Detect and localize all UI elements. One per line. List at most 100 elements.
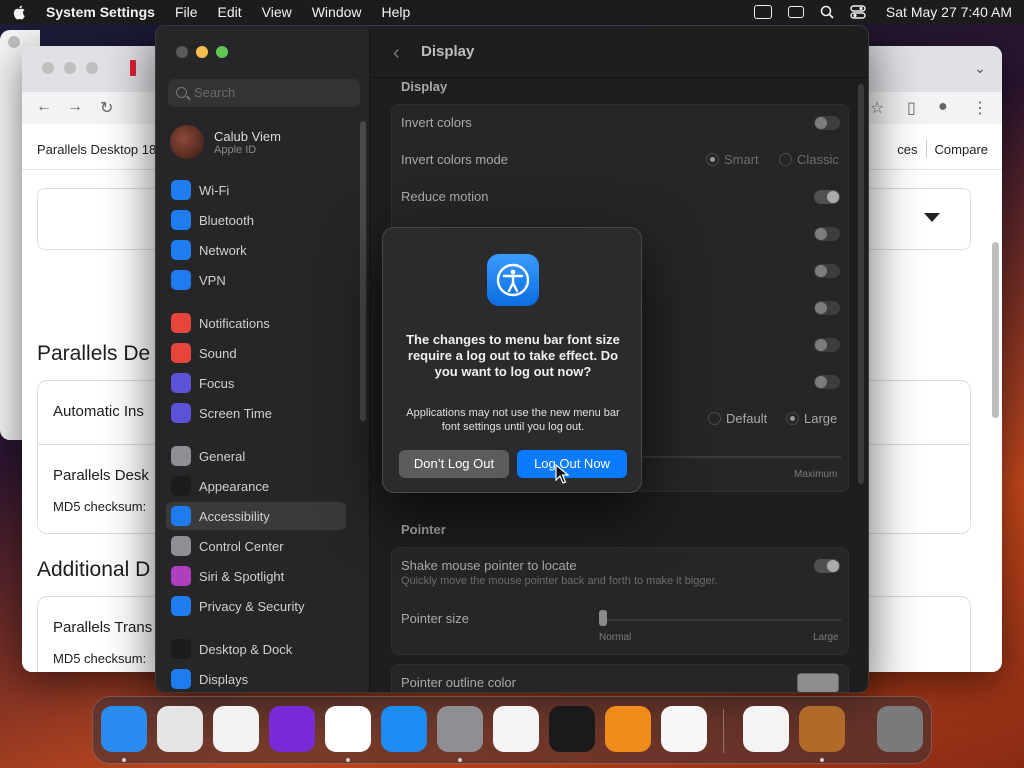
reload-icon[interactable]: ↻ [100,98,113,118]
dont-log-out-button[interactable]: Don’t Log Out [399,450,509,478]
safari-icon[interactable] [213,706,259,752]
shake-pointer-toggle[interactable] [814,559,840,573]
view-menu[interactable]: View [262,4,292,20]
app-menu[interactable]: System Settings [46,4,155,20]
sidepanel-icon[interactable]: ▯ [907,98,916,118]
file-menu[interactable]: File [175,4,198,20]
accessibility-icon [171,506,191,526]
menu-clock[interactable]: Sat May 27 7:40 AM [886,4,1012,20]
trash-icon[interactable] [877,706,923,752]
browser-scrollbar[interactable] [992,242,999,418]
sidebar-item-screen-time[interactable]: Screen Time [166,399,346,427]
forward-arrow-icon[interactable]: → [67,98,83,116]
hand-icon [171,596,191,616]
log-out-now-button[interactable]: Log Out Now [517,450,627,478]
vscode-icon[interactable] [661,706,707,752]
sidebar-item-general[interactable]: General [166,442,346,470]
invert-smart-radio[interactable] [706,153,719,166]
menubar-large-label: Large [804,411,838,426]
contrast-slider-track[interactable] [641,456,841,458]
firefox-icon[interactable] [269,706,315,752]
battery-icon[interactable] [753,5,772,19]
control-center-icon[interactable] [850,5,866,19]
sidebar-item-label: Wi-Fi [199,182,230,198]
sidebar-item-label: Appearance [199,478,270,494]
finder-icon[interactable] [101,706,147,752]
vpn-icon [171,270,191,290]
search-field[interactable]: Search [168,79,360,107]
back-chevron-icon[interactable]: ‹ [393,42,400,65]
running-indicator [122,758,126,762]
close-window-icon[interactable] [176,46,188,58]
reduce-motion-toggle[interactable] [814,190,840,204]
sidebar-item-label: Accessibility [199,508,270,524]
setting-toggle[interactable] [814,264,840,278]
terminal-icon[interactable] [549,706,595,752]
sidebar-scrollbar[interactable] [360,121,366,421]
zoom-window-icon[interactable] [86,62,98,74]
sidebar-item-displays[interactable]: Displays [166,665,346,692]
apple-id-item[interactable]: Calub Viem Apple ID [170,122,281,162]
product-link[interactable]: Parallels Desktop 18 [37,142,156,157]
window-menu[interactable]: Window [312,4,362,20]
minimize-window-icon[interactable] [196,46,208,58]
pointer-size-knob[interactable] [599,610,607,626]
app-store-icon[interactable] [381,706,427,752]
sidebar-item-sound[interactable]: Sound [166,339,346,367]
back-arrow-icon[interactable]: ← [36,98,52,116]
pointer-outline-color-well[interactable] [797,673,839,692]
window-control-icon[interactable] [8,36,20,48]
bookmark-star-icon[interactable]: ☆ [870,98,884,118]
zoom-window-icon[interactable] [216,46,228,58]
sidebar-item-bluetooth[interactable]: Bluetooth [166,206,346,234]
sidebar-item-control-center[interactable]: Control Center [166,532,346,560]
setting-toggle[interactable] [814,375,840,389]
pointer-size-track[interactable] [601,619,841,621]
sidebar-item-label: Bluetooth [199,212,254,228]
system-settings-icon[interactable] [437,706,483,752]
chrome-icon[interactable] [325,706,371,752]
more-icon[interactable]: ⋮ [972,98,988,118]
sidebar-item-vpn[interactable]: VPN [166,266,346,294]
launchpad-icon[interactable] [157,706,203,752]
display-icon[interactable] [787,6,804,18]
help-menu[interactable]: Help [382,4,411,20]
close-window-icon[interactable] [42,62,54,74]
invert-classic-radio[interactable] [779,153,792,166]
minimize-window-icon[interactable] [64,62,76,74]
edit-menu[interactable]: Edit [218,4,242,20]
section-heading: Additional D [37,558,151,581]
invert-classic-label: Classic [797,152,839,167]
search-icon[interactable] [820,5,834,19]
sidebar-item-desktop-dock[interactable]: Desktop & Dock [166,635,346,663]
sidebar-item-siri-spotlight[interactable]: Siri & Spotlight [166,562,346,590]
profile-icon[interactable]: ● [938,98,948,116]
compare-link[interactable]: Compare [935,142,988,158]
main-scrollbar[interactable] [858,84,864,484]
installer-icon[interactable] [799,706,845,752]
parallels-tab-icon[interactable] [130,60,136,76]
sidebar-item-focus[interactable]: Focus [166,369,346,397]
nav-divider [925,140,927,158]
textedit-icon[interactable] [493,706,539,752]
sidebar-item-privacy-security[interactable]: Privacy & Security [166,592,346,620]
sidebar-item-appearance[interactable]: Appearance [166,472,346,500]
setting-toggle[interactable] [814,338,840,352]
chevron-down-icon[interactable]: ⌄ [974,60,986,77]
invert-colors-toggle[interactable] [814,116,840,130]
apple-icon[interactable] [12,4,28,20]
garageband-icon[interactable] [605,706,651,752]
running-indicator [346,758,350,762]
search-icon [176,87,187,98]
setting-toggle[interactable] [814,227,840,241]
sidebar-item-notifications[interactable]: Notifications [166,309,346,337]
avatar [170,125,204,159]
menubar-large-radio[interactable] [786,412,799,425]
setting-toggle[interactable] [814,301,840,315]
menubar-default-radio[interactable] [708,412,721,425]
sidebar-item-network[interactable]: Network [166,236,346,264]
visual-studio-icon[interactable] [743,706,789,752]
sidebar-item-accessibility[interactable]: Accessibility [166,502,346,530]
sidebar-item-wi-fi[interactable]: Wi-Fi [166,176,346,204]
nav-link-partial[interactable]: ces [897,142,917,158]
